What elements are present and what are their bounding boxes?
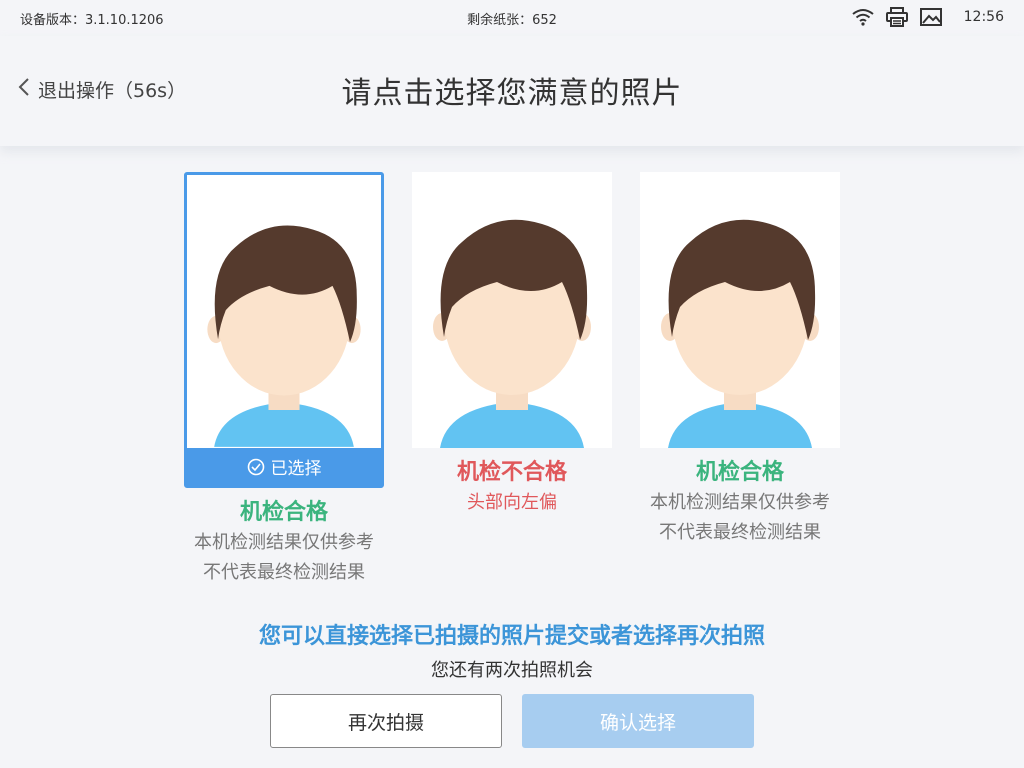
- selected-indicator: 已选择: [187, 448, 381, 485]
- avatar-portrait: [187, 179, 381, 447]
- status-icons: 12:56: [852, 7, 1004, 27]
- check-note: 不代表最终检测结果: [203, 562, 365, 583]
- confirm-selection-button[interactable]: 确认选择: [522, 694, 754, 748]
- image-icon: [919, 8, 942, 26]
- photo-option-2[interactable]: [412, 172, 612, 448]
- selected-label: 已选择: [270, 459, 322, 479]
- status-bar: 设备版本：3.1.10.1206 剩余纸张：652 12:56: [0, 0, 1024, 36]
- photo-card-3: 机检合格 本机检测结果仅供参考 不代表最终检测结果: [640, 172, 840, 548]
- check-result: 机检合格: [239, 500, 328, 525]
- check-note: 头部向左偏: [467, 492, 557, 513]
- check-circle-icon: [247, 458, 271, 476]
- photo-card-2: 机检不合格 头部向左偏: [412, 172, 612, 518]
- remaining-chances-text: 您还有两次拍照机会: [431, 660, 593, 681]
- check-note: 不代表最终检测结果: [659, 522, 821, 543]
- avatar-portrait: [640, 172, 840, 448]
- photo-option-1[interactable]: 已选择: [184, 172, 384, 488]
- clock: 12:56: [963, 9, 1004, 25]
- avatar-portrait: [412, 172, 612, 448]
- retake-button[interactable]: 再次拍摄: [270, 694, 502, 748]
- page-title: 请点击选择您满意的照片: [341, 76, 683, 111]
- printer-icon: [885, 7, 908, 27]
- check-result: 机检不合格: [456, 460, 567, 485]
- instruction-text: 您可以直接选择已拍摄的照片提交或者选择再次拍照: [258, 624, 765, 649]
- check-result: 机检合格: [695, 460, 784, 485]
- header: 退出操作（56s） 请点击选择您满意的照片: [0, 36, 1024, 146]
- check-note: 本机检测结果仅供参考: [650, 492, 830, 513]
- photo-option-3[interactable]: [640, 172, 840, 448]
- wifi-icon: [852, 8, 874, 26]
- check-note: 本机检测结果仅供参考: [194, 532, 374, 553]
- photo-card-1: 已选择 机检合格 本机检测结果仅供参考 不代表最终检测结果: [184, 172, 384, 588]
